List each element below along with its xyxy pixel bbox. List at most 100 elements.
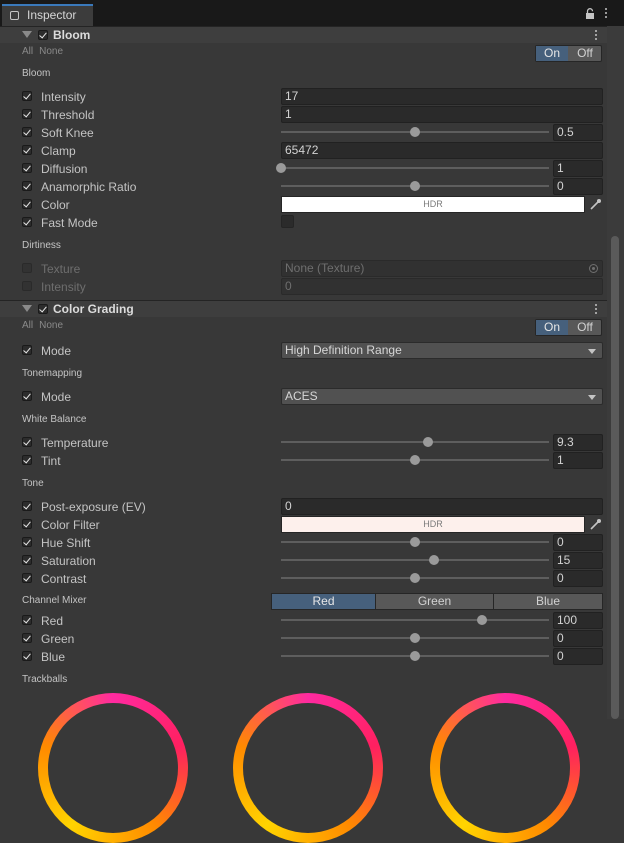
color-grading-on-off-toggle[interactable]: On Off [535,319,602,336]
eyedropper-icon[interactable] [587,516,603,533]
diffusion-slider-knob[interactable] [276,163,286,173]
saturation-slider-track[interactable] [281,559,549,561]
threshold-override-checkbox[interactable] [22,109,32,119]
green-override-checkbox[interactable] [22,633,32,643]
bloom-on-button[interactable]: On [536,46,568,61]
green-slider-knob[interactable] [410,633,420,643]
group-label-bloom: Bloom [22,68,51,79]
tint-slider-knob[interactable] [410,455,420,465]
grading-mode-value: High Definition Range [285,343,402,357]
tint-field[interactable]: 1 [553,452,603,469]
bloom-on-off-toggle[interactable]: On Off [535,45,602,62]
color-grading-menu-icon[interactable] [591,304,601,316]
window-menu-icon[interactable] [601,8,611,20]
bloom-all-link[interactable]: All [22,46,33,57]
diffusion-slider-track[interactable] [281,167,549,169]
dirt-intensity-field[interactable]: 0 [281,278,603,295]
texture-field[interactable]: None (Texture) [281,260,603,277]
fast-mode-override-checkbox[interactable] [22,217,32,227]
intensity-label: Intensity [41,90,86,104]
color-grading-header[interactable]: Color Grading [0,300,607,317]
blue-field[interactable]: 0 [553,648,603,665]
anamorphic-ratio-field[interactable]: 0 [553,178,603,195]
diffusion-field[interactable]: 1 [553,160,603,177]
foldout-arrow-icon[interactable] [22,305,32,312]
red-label: Red [41,614,64,628]
tonemap-mode-dropdown[interactable]: ACES [281,388,603,405]
contrast-field[interactable]: 0 [553,570,603,587]
anamorphic-ratio-override-checkbox[interactable] [22,181,32,191]
red-slider-knob[interactable] [477,615,487,625]
dirt-intensity-label: Intensity [41,280,86,294]
threshold-label: Threshold [41,108,95,122]
dirt-intensity-override-checkbox[interactable] [22,281,32,291]
red-slider-track[interactable] [281,619,549,621]
soft-knee-override-checkbox[interactable] [22,127,32,137]
tonemap-mode-override-checkbox[interactable] [22,391,32,401]
mode-override-checkbox[interactable] [22,345,32,355]
hue-shift-slider-knob[interactable] [410,537,420,547]
saturation-override-checkbox[interactable] [22,555,32,565]
group-label-tone: Tone [22,478,44,489]
red-field[interactable]: 100 [553,612,603,629]
scrollbar-thumb[interactable] [611,236,619,719]
mixer-tab-green[interactable]: Green [375,593,494,610]
threshold-field[interactable]: 1 [281,106,603,123]
color-grading-on-button[interactable]: On [536,320,568,335]
mixer-tab-red[interactable]: Red [271,593,376,610]
post-exposure-field[interactable]: 0 [281,498,603,515]
contrast-override-checkbox[interactable] [22,573,32,583]
color-grading-none-link[interactable]: None [39,320,63,331]
mixer-tab-blue[interactable]: Blue [493,593,603,610]
color-grading-all-link[interactable]: All [22,320,33,331]
contrast-slider-knob[interactable] [410,573,420,583]
group-label-channel-mixer: Channel Mixer [22,595,87,606]
bloom-off-button[interactable]: Off [569,46,601,61]
anamorphic-ratio-slider-knob[interactable] [410,181,420,191]
trackball-lift[interactable] [38,693,188,843]
color-filter-swatch[interactable]: HDR [281,516,585,533]
fast-mode-checkbox[interactable] [281,215,294,228]
inspector-tab[interactable]: Inspector [2,4,93,26]
color-grading-off-button[interactable]: Off [569,320,601,335]
tint-override-checkbox[interactable] [22,455,32,465]
hue-shift-override-checkbox[interactable] [22,537,32,547]
object-picker-icon[interactable] [589,264,598,273]
texture-override-checkbox[interactable] [22,263,32,273]
clamp-field[interactable]: 65472 [281,142,603,159]
green-field[interactable]: 0 [553,630,603,647]
trackball-gain[interactable] [430,693,580,843]
hue-shift-field[interactable]: 0 [553,534,603,551]
temperature-slider-knob[interactable] [423,437,434,447]
clamp-override-checkbox[interactable] [22,145,32,155]
eyedropper-icon[interactable] [587,196,603,213]
temperature-label: Temperature [41,436,109,450]
color-grading-all-none: All None [22,320,69,331]
color-override-checkbox[interactable] [22,199,32,209]
lock-icon[interactable] [585,8,595,19]
saturation-slider-knob[interactable] [428,555,439,565]
bloom-header[interactable]: Bloom [0,26,607,43]
color-filter-override-checkbox[interactable] [22,519,32,529]
soft-knee-slider-knob[interactable] [410,127,420,137]
blue-override-checkbox[interactable] [22,651,32,661]
temperature-slider-track[interactable] [281,441,549,443]
foldout-arrow-icon[interactable] [22,31,32,38]
trackball-gamma[interactable] [233,693,383,843]
temperature-field[interactable]: 9.3 [553,434,603,451]
bloom-none-link[interactable]: None [39,46,63,57]
soft-knee-field[interactable]: 0.5 [553,124,603,141]
bloom-enable-checkbox[interactable] [38,30,48,40]
red-override-checkbox[interactable] [22,615,32,625]
intensity-field[interactable]: 17 [281,88,603,105]
temperature-override-checkbox[interactable] [22,437,32,447]
blue-slider-knob[interactable] [410,651,420,661]
post-exposure-override-checkbox[interactable] [22,501,32,511]
bloom-menu-icon[interactable] [591,30,601,42]
diffusion-override-checkbox[interactable] [22,163,32,173]
intensity-override-checkbox[interactable] [22,91,32,101]
color-grading-enable-checkbox[interactable] [38,304,48,314]
grading-mode-dropdown[interactable]: High Definition Range [281,342,603,359]
color-swatch[interactable]: HDR [281,196,585,213]
saturation-field[interactable]: 15 [553,552,603,569]
